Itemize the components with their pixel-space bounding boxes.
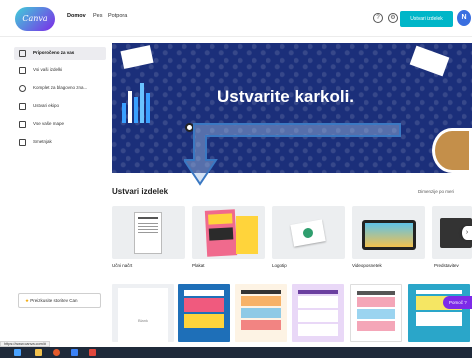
help-button[interactable]: Pomoč ? — [443, 296, 472, 309]
poster-preview — [204, 209, 238, 257]
windows-start-icon[interactable] — [14, 349, 21, 356]
section-title: Ustvari izdelek — [112, 187, 169, 196]
video-preview — [362, 220, 416, 250]
sidebar-item-trash[interactable]: Smetnjak — [14, 136, 106, 149]
sidebar-item-label: Vse vaše mape — [33, 121, 65, 126]
card-label: Videoposnetek — [352, 263, 382, 268]
poster-preview-back — [236, 216, 258, 254]
card-label: Logotip — [272, 263, 287, 268]
canva-logo[interactable]: Canva — [15, 7, 55, 31]
card-logo[interactable] — [272, 206, 345, 259]
nav-home[interactable]: Domov — [67, 13, 86, 19]
canva-home-page: Canva Domov Pes Potpora ? ⚙ Ustvari izde… — [0, 0, 472, 358]
hero-title: Ustvarite karkoli. — [217, 87, 355, 106]
sidebar-item-label: Priporočeno za vas — [33, 50, 75, 55]
gear-icon[interactable]: ⚙ — [388, 13, 398, 23]
firefox-icon[interactable] — [53, 349, 60, 356]
folder-icon — [19, 121, 26, 128]
team-icon — [19, 103, 26, 110]
windows-taskbar — [0, 347, 472, 358]
sidebar-item-all-designs[interactable]: Vsi vaši izdelki — [14, 64, 106, 77]
blank-label: Blank — [138, 318, 149, 323]
custom-size-link[interactable]: Dimenzije po meri — [418, 189, 454, 194]
card-label: Učni načrt — [112, 263, 133, 268]
question-icon[interactable]: ? — [373, 13, 383, 23]
brand-icon — [19, 85, 26, 92]
template-thumbnail[interactable] — [350, 284, 402, 342]
file-explorer-icon[interactable] — [35, 349, 42, 356]
nav-pes[interactable]: Pes — [93, 13, 102, 19]
try-canva-pro-button[interactable]: ★ Preizkusite storitev Can — [18, 293, 101, 308]
sidebar-item-label: Smetnjak — [33, 139, 52, 144]
card-label: Plakat — [192, 263, 205, 268]
nav-support[interactable]: Potpora — [108, 13, 127, 19]
template-thumbnail[interactable] — [235, 284, 287, 342]
create-design-button[interactable]: Ustvari izdelek — [400, 11, 453, 27]
logo-preview — [290, 219, 326, 247]
sidebar-item-folders[interactable]: Vse vaše mape — [14, 118, 106, 131]
sidebar-item-create-team[interactable]: Ustvari ekipo — [14, 100, 106, 113]
card-poster[interactable] — [192, 206, 265, 259]
card-label: Predstavitev — [434, 263, 459, 268]
card-video[interactable] — [352, 206, 425, 259]
annotation-arrow — [184, 123, 401, 186]
template-thumbnail[interactable] — [178, 284, 230, 342]
document-preview — [134, 212, 162, 254]
sidebar-item-recommended[interactable]: Priporočeno za vas — [14, 47, 106, 60]
avatar[interactable]: N — [457, 10, 471, 26]
sidebar-item-brand-kit[interactable]: Komplet za blagovno zna... — [14, 82, 106, 95]
sidebar-item-label: Ustvari ekipo — [33, 103, 60, 108]
app-icon[interactable] — [89, 349, 96, 356]
trash-icon — [19, 139, 26, 146]
sidebar-item-label: Vsi vaši izdelki — [33, 67, 63, 72]
home-icon — [19, 50, 26, 57]
chevron-right-icon[interactable]: › — [462, 226, 472, 240]
sidebar-item-label: Komplet za blagovno zna... — [33, 85, 88, 90]
card-lesson-plan[interactable] — [112, 206, 185, 259]
grid-icon — [19, 67, 26, 74]
word-icon[interactable] — [71, 349, 78, 356]
template-blank[interactable]: Blank — [112, 284, 174, 342]
top-bar: Canva Domov Pes Potpora ? ⚙ Ustvari izde… — [0, 0, 472, 37]
blank-page — [118, 288, 168, 342]
template-thumbnail[interactable] — [292, 284, 344, 342]
coffee-cup-decoration — [432, 128, 472, 173]
sidebar: Priporočeno za vas Vsi vaši izdelki Komp… — [0, 37, 108, 342]
template-thumbnail[interactable] — [408, 284, 470, 342]
